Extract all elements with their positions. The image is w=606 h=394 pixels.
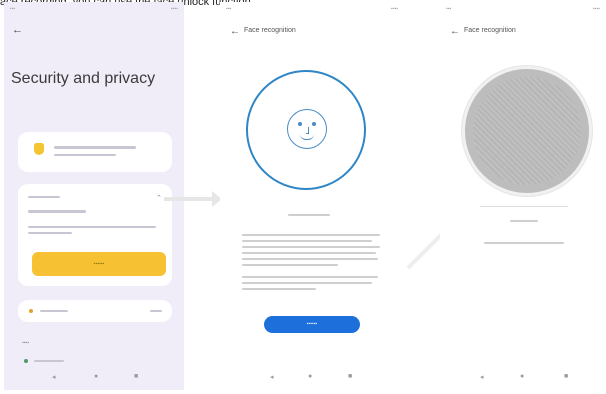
nav-bar: ◂ ● ■ — [220, 370, 404, 384]
phone-security-privacy: ▪▪▪ ▪▪▪▪ ← Security and privacy ⌃ ▪▪▪▪▪▪… — [4, 2, 184, 390]
status-time: ▪▪▪ — [226, 6, 232, 12]
status-icons: ▪▪▪▪ — [390, 6, 398, 12]
camera-feed — [473, 77, 581, 185]
mouth — [300, 134, 314, 140]
eye — [312, 122, 316, 126]
info-line — [242, 246, 380, 248]
status-icons: ▪▪▪▪ — [170, 6, 178, 12]
status-bar: ▪▪▪ ▪▪▪▪ — [10, 6, 178, 14]
info-line — [242, 282, 372, 284]
eye — [298, 122, 302, 126]
back-arrow-icon[interactable]: ← — [12, 24, 23, 36]
page-title: Security and privacy — [11, 70, 156, 87]
card-line — [54, 154, 116, 156]
back-arrow-icon[interactable]: ← — [450, 26, 460, 37]
nav-bar: ◂ ● ■ — [4, 370, 184, 384]
nav-recent-icon[interactable]: ■ — [348, 373, 352, 380]
settings-row[interactable] — [18, 300, 172, 322]
camera-preview — [462, 66, 592, 196]
status-bar: ▪▪▪ ▪▪▪▪ — [226, 6, 398, 14]
nose — [306, 127, 309, 134]
card-line — [28, 210, 86, 213]
card-line — [34, 360, 64, 362]
phone-face-recognition-start: ▪▪▪ ▪▪▪▪ ← Face recognition ▪▪▪▪▪▪ ◂ ● ■ — [220, 2, 404, 390]
status-bar: ▪▪▪ ▪▪▪▪ — [446, 6, 600, 14]
row-icon — [24, 359, 28, 363]
back-arrow-icon[interactable]: ← — [230, 26, 240, 37]
header-title: Face recognition — [244, 27, 296, 34]
header-title: Face recognition — [464, 27, 516, 34]
setup-button-label: ▪▪▪▪▪▪ — [93, 261, 105, 267]
unlock-setup-card: ⌃ ▪▪▪▪▪▪ — [18, 184, 172, 286]
section-header: ▪▪▪▪ — [22, 340, 30, 346]
info-line — [242, 240, 372, 242]
info-line — [242, 288, 316, 290]
info-line — [242, 264, 338, 266]
card-line — [54, 146, 136, 149]
card-line — [28, 226, 156, 228]
info-line — [242, 276, 378, 278]
info-line — [242, 234, 380, 236]
face-icon — [287, 109, 327, 149]
nav-back-icon[interactable]: ◂ — [52, 373, 56, 381]
face-unlock-card[interactable] — [18, 132, 172, 172]
hint-line — [484, 242, 564, 244]
shield-icon — [34, 143, 44, 155]
card-line — [40, 310, 68, 312]
card-line — [28, 196, 60, 198]
start-recording-label: ▪▪▪▪▪▪ — [306, 321, 318, 327]
nav-back-icon[interactable]: ◂ — [270, 373, 274, 381]
card-line — [150, 310, 162, 312]
hint-line — [288, 214, 330, 216]
nav-home-icon[interactable]: ● — [520, 373, 524, 380]
phone-face-recognition-scanning: ▪▪▪ ▪▪▪▪ ← Face recognition ◂ ● ■ — [440, 2, 606, 390]
status-icons: ▪▪▪▪ — [592, 6, 600, 12]
status-line — [510, 220, 538, 222]
start-recording-button[interactable]: ▪▪▪▪▪▪ — [264, 316, 360, 333]
row-icon — [29, 309, 33, 313]
face-scan-ring — [246, 70, 366, 190]
nav-back-icon[interactable]: ◂ — [480, 373, 484, 381]
setup-button[interactable]: ▪▪▪▪▪▪ — [32, 252, 166, 276]
nav-recent-icon[interactable]: ■ — [134, 373, 138, 380]
info-line — [242, 252, 376, 254]
card-line — [28, 232, 72, 234]
nav-home-icon[interactable]: ● — [308, 373, 312, 380]
nav-home-icon[interactable]: ● — [94, 373, 98, 380]
nav-recent-icon[interactable]: ■ — [564, 373, 568, 380]
progress-track — [480, 206, 568, 207]
info-line — [242, 258, 378, 260]
right-arrow-icon — [164, 191, 222, 207]
nav-bar: ◂ ● ■ — [440, 370, 606, 384]
status-time: ▪▪▪ — [446, 6, 452, 12]
status-time: ▪▪▪ — [10, 6, 16, 12]
